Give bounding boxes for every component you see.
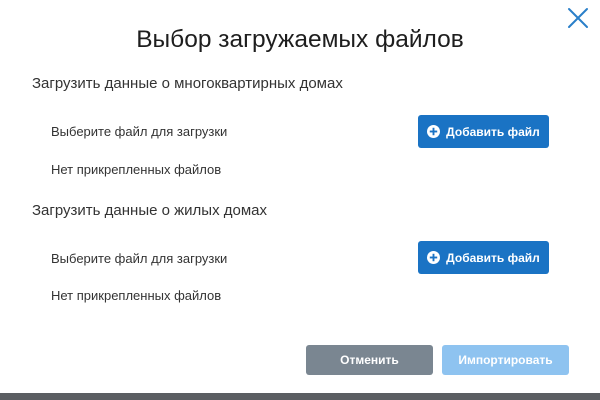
- choose-file-label: Выберите файл для загрузки: [51, 124, 228, 139]
- files-status: Нет прикрепленных файлов: [51, 162, 222, 177]
- cancel-button[interactable]: Отменить: [306, 345, 433, 375]
- import-button[interactable]: Импортировать: [442, 345, 569, 375]
- choose-file-label: Выберите файл для загрузки: [51, 251, 228, 266]
- add-file-button-label: Добавить файл: [446, 250, 540, 265]
- add-file-button-apartment-buildings[interactable]: Добавить файл: [418, 115, 549, 148]
- plus-circle-icon: [427, 251, 441, 264]
- file-upload-dialog: Выбор загружаемых файлов Загрузить данны…: [0, 0, 600, 393]
- section-title-residential-houses: Загрузить данные о жилых домах: [32, 202, 267, 219]
- add-file-button-residential-houses[interactable]: Добавить файл: [418, 241, 549, 274]
- section-title-apartment-buildings: Загрузить данные о многоквартирных домах: [32, 75, 343, 92]
- add-file-button-label: Добавить файл: [446, 124, 540, 139]
- dialog-title: Выбор загружаемых файлов: [136, 26, 464, 53]
- files-status: Нет прикрепленных файлов: [51, 288, 222, 303]
- plus-circle-icon: [427, 125, 441, 138]
